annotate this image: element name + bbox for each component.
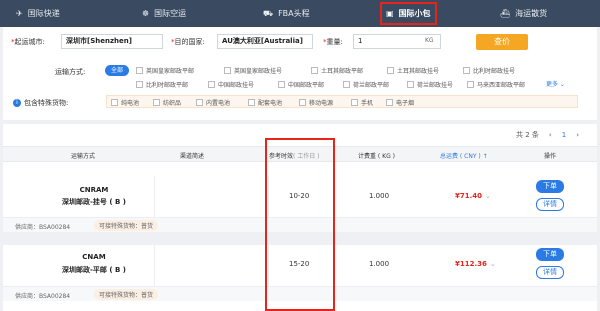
table-header: 运输方式 渠道简述 参考时效( 工作日 ) 计费重 ( KG ) 总运费 ( C… <box>3 146 597 162</box>
airplane-icon: ✈ <box>16 9 23 18</box>
table-row: CNAM 深圳邮政-平邮 ( B ) 15-20 1.000 ¥112.36 ⌄ … <box>3 245 597 287</box>
supplier-text: 供应商：BSA00284 <box>15 293 71 300</box>
tab-label: 海运散货 <box>515 9 548 18</box>
page-number[interactable]: 1 <box>562 131 566 139</box>
special-checkbox[interactable]: 内置电池 <box>196 98 230 107</box>
tab-label: 国际小包 <box>398 9 431 18</box>
col-desc: 渠道简述 <box>180 153 205 160</box>
charge-weight: 1.000 <box>369 192 390 200</box>
supplier-text: 供应商：BSA00284 <box>15 224 71 231</box>
results-panel: 共 2 条 ‹ 1 › 运输方式 渠道简述 参考时效( 工作日 ) 计费重 ( … <box>3 124 597 311</box>
top-nav: ✈ 国际快递 ☸ 国际空运 ⛟ FBA头程 ▣ 国际小包 ⛴ 海运散货 <box>0 0 600 27</box>
special-checkbox[interactable]: 移动电源 <box>299 98 333 107</box>
sort-up-icon: ↑ <box>480 153 488 160</box>
dest-label: *目的国家: <box>171 38 205 46</box>
next-page-button[interactable]: › <box>576 131 579 139</box>
method-checkbox[interactable]: 土耳其邮政挂号 <box>387 66 439 75</box>
method-code: CNRAM <box>79 186 109 194</box>
tab-air[interactable]: ☸ 国际空运 <box>142 0 186 27</box>
method-checkbox[interactable]: 比利时邮政平邮 <box>136 80 188 89</box>
col-time: 参考时效( 工作日 ) <box>269 153 320 160</box>
method-code: CNAM <box>82 253 106 261</box>
goods-tag: 可接特殊货物：普货 <box>94 220 159 231</box>
col-weight: 计费重 ( KG ) <box>358 153 395 160</box>
truck-icon: ⛟ <box>263 8 274 18</box>
method-checkbox[interactable]: 中国邮政平邮 <box>278 80 324 89</box>
weight-unit: KG <box>425 37 434 44</box>
pagination: 共 2 条 ‹ 1 › <box>516 130 579 140</box>
total-price[interactable]: ¥71.40 ⌄ <box>455 192 491 200</box>
method-checkbox[interactable]: 荷兰邮政挂号 <box>407 80 453 89</box>
chevron-down-icon: ⌄ <box>558 81 565 88</box>
col-total-sortable[interactable]: 总运费 ( CNY ) ↑ <box>440 151 488 160</box>
special-checkbox[interactable]: 纯电池 <box>111 98 139 107</box>
method-checkbox[interactable]: 马来西亚邮政平邮 <box>467 80 525 89</box>
row-footer: 供应商：BSA00284 可接特殊货物：普货 <box>3 217 597 232</box>
tab-label: 国际空运 <box>154 9 187 18</box>
order-button[interactable]: 下单 <box>536 180 564 193</box>
method-checkbox[interactable]: 荷兰邮政平邮 <box>343 80 389 89</box>
package-icon: ▣ <box>386 9 394 18</box>
delivery-time: 10-20 <box>289 192 310 200</box>
search-panel: *起运城市: 深圳市[Shenzhen] *目的国家: AU澳大利亚[Austr… <box>3 27 597 120</box>
total-price[interactable]: ¥112.36 ⌄ <box>455 260 496 268</box>
search-button[interactable]: 查价 <box>476 34 528 50</box>
method-checkbox[interactable]: 英国皇家邮政挂号 <box>224 66 282 75</box>
method-checkbox[interactable]: 中国邮政挂号 <box>208 80 254 89</box>
method-name: 深圳邮政-平邮 ( B ) <box>62 266 126 274</box>
chevron-down-icon: ⌄ <box>485 192 491 200</box>
charge-weight: 1.000 <box>369 260 390 268</box>
special-checkbox[interactable]: 配套电池 <box>248 98 282 107</box>
special-checkbox[interactable]: 电子烟 <box>386 98 414 107</box>
method-checkbox[interactable]: 英国皇家邮政平邮 <box>136 66 194 75</box>
dest-input[interactable]: AU澳大利亚[Australia] <box>217 34 313 49</box>
delivery-time: 15-20 <box>289 260 310 268</box>
table-row: CNRAM 深圳邮政-挂号 ( B ) 10-20 1.000 ¥71.40 ⌄ … <box>3 176 597 218</box>
col-method: 运输方式 <box>71 153 96 160</box>
all-methods-button[interactable]: 全部 <box>105 65 129 76</box>
weight-label: *重量: <box>323 38 343 46</box>
row-footer: 供应商：BSA00284 可接特殊货物：普货 <box>3 286 597 301</box>
tab-label: 国际快递 <box>27 9 60 18</box>
goods-tag: 可接特殊货物：普货 <box>94 289 159 300</box>
tab-express[interactable]: ✈ 国际快递 <box>16 0 60 27</box>
tab-label: FBA头程 <box>278 9 310 18</box>
special-checkbox[interactable]: 纺织品 <box>153 98 181 107</box>
method-checkbox[interactable]: 土耳其邮政平邮 <box>311 66 363 75</box>
method-label: 运输方式: <box>55 68 86 76</box>
chevron-down-icon: ⌄ <box>489 260 496 268</box>
ship-icon: ⛴ <box>500 9 511 18</box>
tab-sea[interactable]: ⛴ 海运散货 <box>500 0 547 27</box>
method-name: 深圳邮政-挂号 ( B ) <box>62 198 126 206</box>
detail-button[interactable]: 详情 <box>536 266 564 279</box>
tab-small-parcel[interactable]: ▣ 国际小包 <box>380 2 437 25</box>
result-count: 共 2 条 <box>516 131 539 139</box>
method-checkbox[interactable]: 比利时邮政挂号 <box>463 66 515 75</box>
detail-button[interactable]: 详情 <box>536 198 564 211</box>
special-goods-label: i 包含特殊货物: <box>13 98 68 108</box>
more-link[interactable]: 更多 ⌄ <box>546 79 565 88</box>
info-icon: i <box>13 99 21 107</box>
tab-fba[interactable]: ⛟ FBA头程 <box>263 0 310 27</box>
ship-wheel-icon: ☸ <box>142 9 150 18</box>
origin-label: *起运城市: <box>11 38 45 46</box>
origin-input[interactable]: 深圳市[Shenzhen] <box>61 34 163 49</box>
order-button[interactable]: 下单 <box>536 248 564 261</box>
prev-page-button[interactable]: ‹ <box>549 131 552 139</box>
special-checkbox[interactable]: 手机 <box>351 98 373 107</box>
col-op: 操作 <box>544 153 557 160</box>
